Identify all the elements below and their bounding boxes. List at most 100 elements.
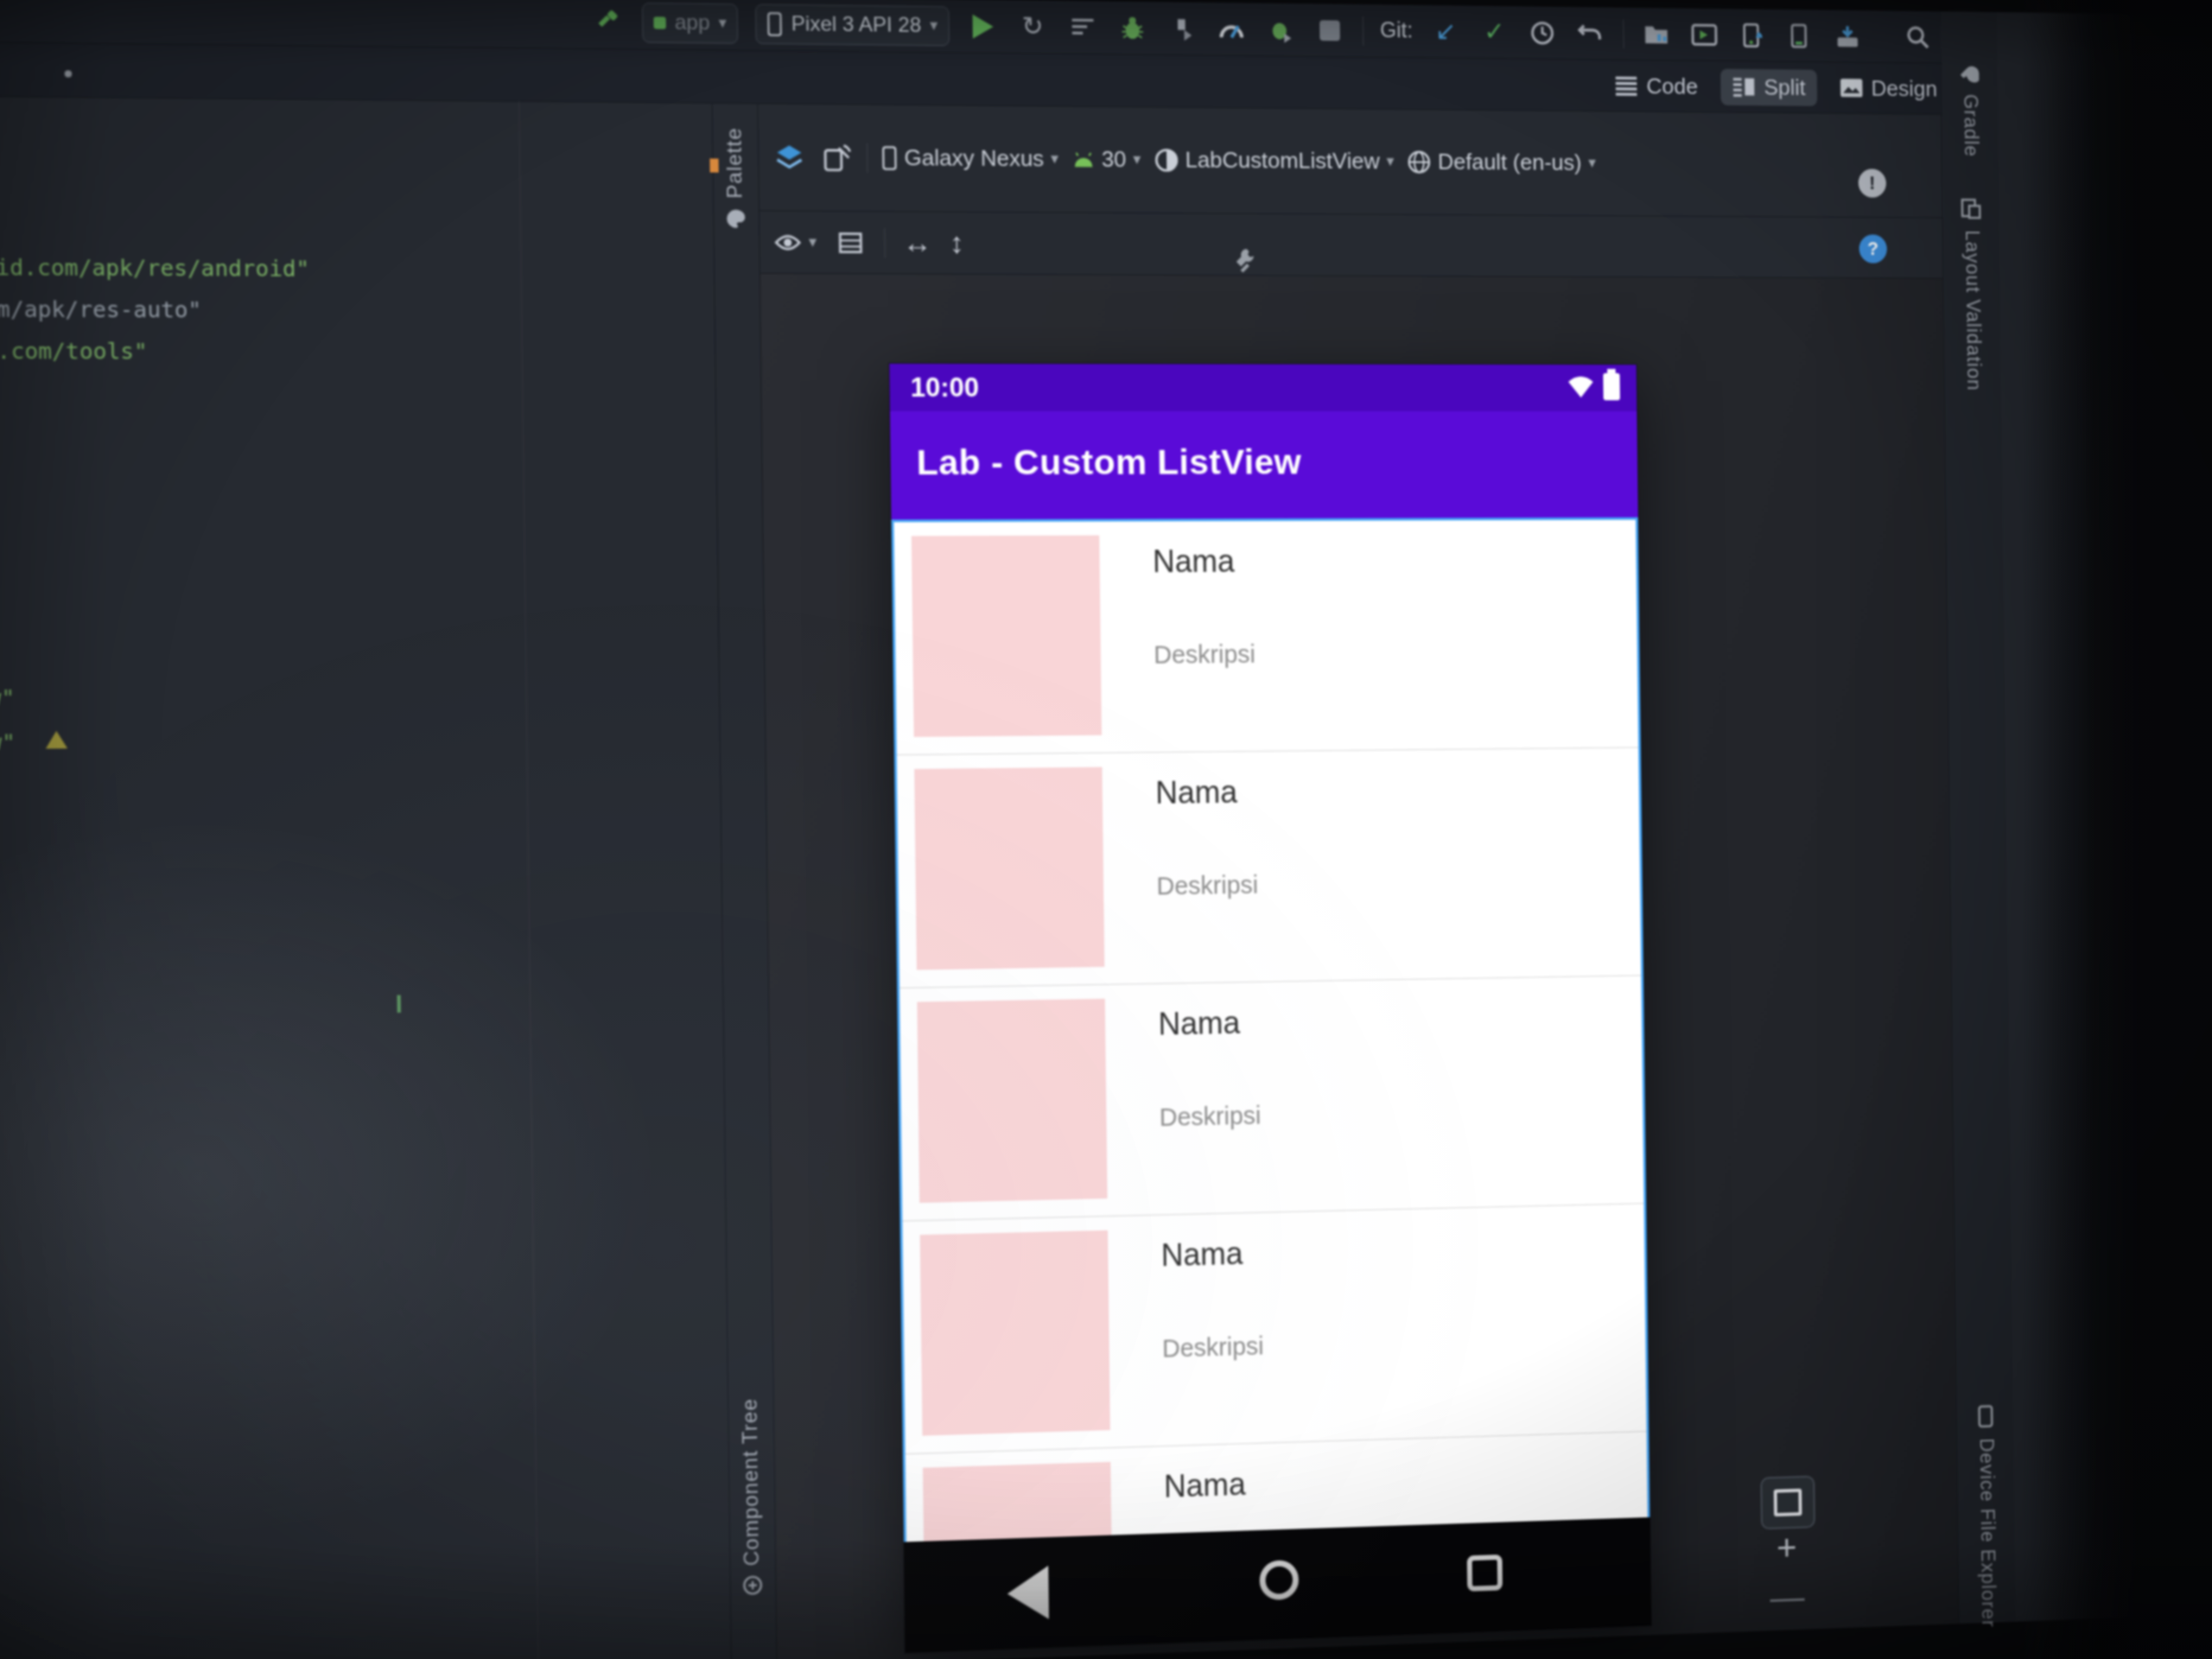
locale-selector[interactable]: Default (en-us) ▾ [1408,149,1596,176]
code-lines-icon [1615,75,1638,96]
list-item[interactable]: Nama Deskripsi [897,748,1641,988]
mode-code[interactable]: Code [1603,67,1709,105]
design-image-icon [1840,78,1863,99]
mode-split-label: Split [1764,74,1806,101]
item-title: Nama [1153,543,1235,580]
mode-code-label: Code [1646,73,1698,99]
chevron-down-icon: ▾ [809,233,817,251]
device-file-explorer-label: Device File Explorer [1975,1438,1999,1628]
warning-icon [46,731,68,749]
mode-split[interactable]: Split [1721,68,1818,105]
mode-design[interactable]: Design [1828,69,1949,106]
search-icon[interactable] [1903,21,1934,53]
device-label: Galaxy Nexus [904,144,1044,172]
git-commit-check-icon[interactable]: ✓ [1478,16,1510,48]
build-hammer-icon[interactable] [591,5,625,39]
list-item[interactable]: Nama Deskripsi [899,976,1643,1221]
theme-label: LabCustomListView [1185,147,1380,175]
orientation-vertical-icon[interactable]: ↕ [950,228,964,257]
zoom-out-button[interactable]: — [1762,1577,1814,1621]
layout-validation-tool-button[interactable]: Layout Validation [1943,198,2001,391]
design-canvas[interactable]: 10:00 Lab - Custom ListView Nama Deskrip… [760,274,1959,1659]
eye-icon [773,232,802,252]
listview[interactable]: Nama Deskripsi Nama Deskripsi Nama Deskr… [891,518,1649,1542]
render-issues-badge[interactable]: ! [1859,168,1887,197]
device-manager-icon[interactable] [1737,19,1769,52]
orientation-horizontal-icon[interactable]: ↔ [902,228,932,257]
component-tree-icon [742,1574,764,1596]
api-version-selector[interactable]: 30 ▾ [1072,146,1141,174]
item-image-placeholder [917,999,1107,1203]
zoom-in-button[interactable]: + [1761,1528,1813,1572]
run-button[interactable] [966,10,999,42]
blueprint-grid-icon[interactable] [834,226,868,258]
editor-mode-switcher: Code Split Design [1603,64,1948,110]
help-badge[interactable]: ? [1859,234,1887,263]
recents-button-icon[interactable] [1467,1554,1503,1592]
design-tools-wrench-icon[interactable] [1232,246,1256,272]
list-item[interactable]: Nama Deskripsi [902,1204,1646,1454]
app-title: Lab - Custom ListView [916,442,1301,483]
attach-debugger-icon[interactable] [1166,12,1198,45]
profiler-gauge-icon[interactable] [1215,12,1248,45]
split-view-icon [1732,77,1756,98]
palette-icon [724,207,747,230]
git-update-icon[interactable]: ↙ [1429,15,1461,48]
fit-screen-icon [1774,1489,1802,1516]
locale-label: Default (en-us) [1438,149,1582,176]
orientation-icon[interactable] [820,141,854,174]
theme-selector[interactable]: LabCustomListView ▾ [1154,146,1395,175]
project-folders-icon[interactable] [1641,17,1673,50]
gradle-elephant-icon [1958,64,1981,85]
back-button-icon[interactable] [1048,1569,1083,1615]
sdk-manager-icon[interactable] [1832,20,1863,52]
list-item[interactable]: Nama Deskripsi [894,520,1639,756]
mode-design-label: Design [1871,75,1937,102]
theme-icon [1154,148,1179,172]
component-tree-tool-button[interactable]: Component Tree [728,1397,776,1651]
git-revert-icon[interactable] [1575,16,1607,49]
layout-validation-label: Layout Validation [1961,230,1985,391]
run-config-combo[interactable]: app ▾ [642,3,738,44]
status-time: 10:00 [910,372,979,404]
module-icon [653,16,665,29]
logcat-icon[interactable] [1689,18,1721,51]
device-file-explorer-icon [1976,1404,1994,1428]
gradle-tool-button[interactable]: Gradle [1942,64,1998,157]
palette-tool-button[interactable]: Palette [712,127,760,327]
device-file-explorer-tool-button[interactable]: Device File Explorer [1958,1404,2016,1629]
design-toolbar-row2: ▾ ↔ ↕ [760,211,1943,278]
code-fragment: id.com/tools" [0,338,148,364]
profile-app-bug-icon[interactable] [1264,13,1297,46]
zoom-to-fit-button[interactable] [1760,1476,1815,1530]
chevron-down-icon: ▾ [1386,152,1394,170]
device-mirroring-icon[interactable] [1784,19,1816,52]
gradle-label: Gradle [1959,94,1981,157]
git-history-clock-icon[interactable] [1527,16,1559,49]
toolbar-separator [867,143,868,172]
debug-bug-icon[interactable] [1116,11,1148,44]
home-button-icon[interactable] [1259,1560,1299,1600]
git-label: Git: [1380,18,1413,43]
chevron-down-icon: ▾ [1133,150,1141,168]
design-surface-layers-icon[interactable] [772,140,806,174]
tab-modified-dot [65,70,73,77]
item-image-placeholder [912,536,1102,737]
device-combo[interactable]: Pixel 3 API 28 ▾ [755,3,949,46]
globe-icon [1408,149,1432,174]
battery-icon [1603,373,1620,400]
run-tasks-icon[interactable] [1066,10,1099,43]
item-subtitle: Deskripsi [1156,872,1258,901]
rerun-icon[interactable]: ↻ [1016,10,1049,43]
device-preview[interactable]: 10:00 Lab - Custom ListView Nama Deskrip… [888,363,1652,1654]
phone-app-bar: Lab - Custom ListView [890,411,1638,519]
android-head-icon [1072,151,1095,167]
android-studio-window: app ▾ Pixel 3 API 28 ▾ ↻ Git: ↙ ✓ Code S… [0,0,2177,1659]
photo-of-monitor: app ▾ Pixel 3 API 28 ▾ ↻ Git: ↙ ✓ Code S… [0,0,2212,1659]
code-fragment: ew" [0,685,16,711]
device-for-preview-selector[interactable]: Galaxy Nexus ▾ [881,144,1058,173]
item-subtitle: Deskripsi [1160,1103,1262,1133]
stop-icon[interactable] [1313,14,1346,47]
view-options-button[interactable]: ▾ [773,232,817,252]
editor-caret [397,995,401,1013]
